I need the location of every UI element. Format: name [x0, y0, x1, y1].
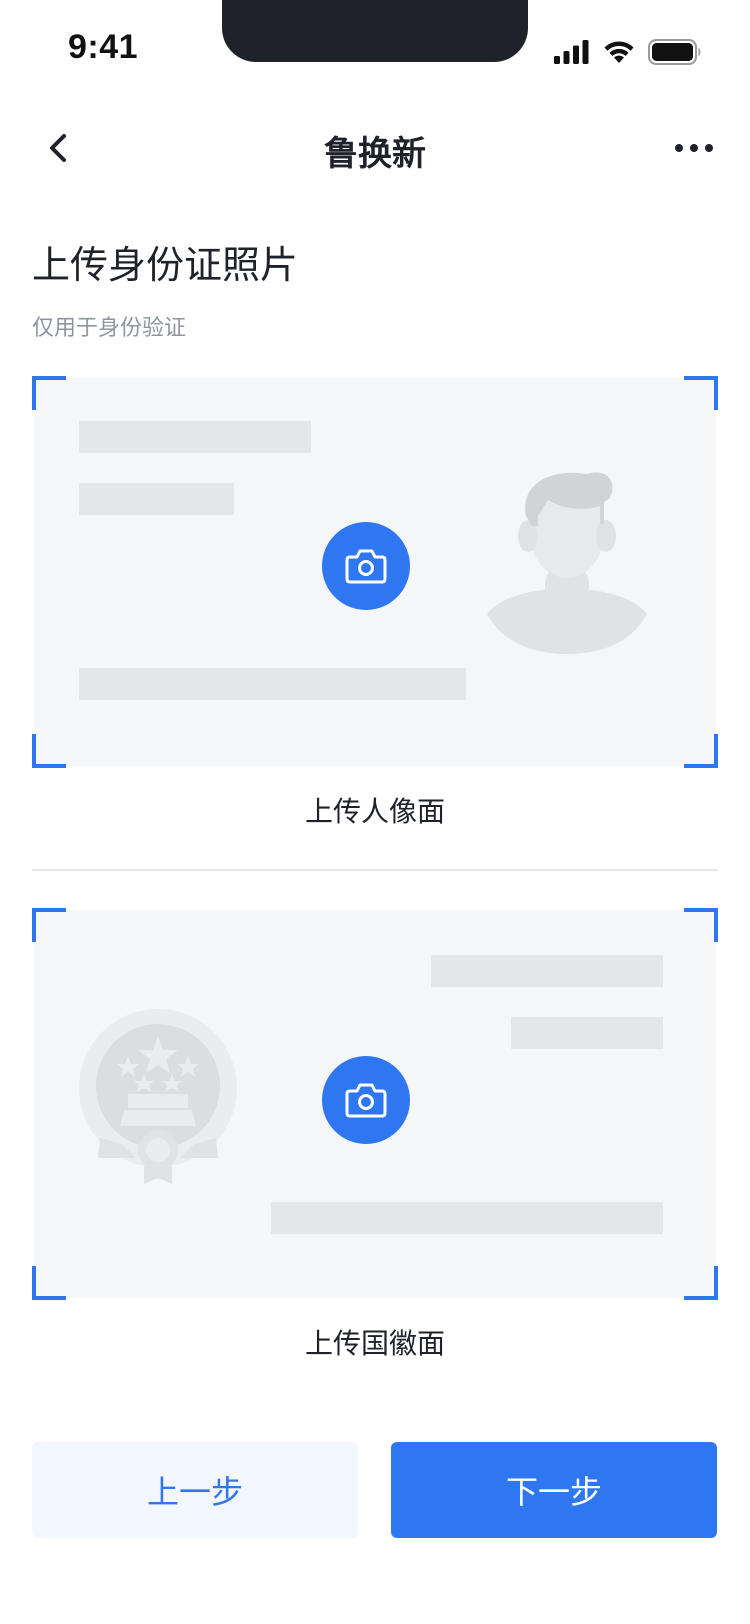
- placeholder-line: [431, 955, 663, 987]
- placeholder-line: [271, 1202, 663, 1234]
- placeholder-line: [79, 421, 311, 453]
- status-time: 9:41: [68, 28, 139, 66]
- scan-frame-corner: [32, 734, 66, 768]
- page-title: 鲁换新: [324, 134, 426, 174]
- section-heading: 上传身份证照片: [32, 243, 299, 287]
- camera-icon: [345, 1083, 387, 1118]
- scan-frame-corner: [684, 1266, 718, 1300]
- next-step-button[interactable]: 下一步: [391, 1442, 717, 1538]
- scan-frame-corner: [684, 376, 718, 410]
- scan-frame-corner: [32, 1266, 66, 1300]
- more-icon: [675, 144, 713, 152]
- portrait-silhouette-icon: [487, 472, 647, 654]
- wifi-icon: [604, 41, 634, 63]
- camera-button[interactable]: [322, 522, 410, 610]
- card-body: [34, 910, 716, 1298]
- scan-frame-corner: [684, 734, 718, 768]
- placeholder-line: [79, 483, 234, 515]
- camera-button[interactable]: [322, 1056, 410, 1144]
- portrait-card-caption: 上传人像面: [304, 795, 445, 828]
- scan-frame-corner: [684, 908, 718, 942]
- divider: [32, 869, 718, 871]
- status-icons: [554, 38, 702, 66]
- card-body: [34, 378, 716, 766]
- camera-icon: [345, 549, 387, 584]
- scan-frame-corner: [32, 376, 66, 410]
- placeholder-line: [79, 668, 466, 700]
- cellular-signal-icon: [554, 40, 589, 64]
- placeholder-line: [511, 1017, 663, 1049]
- national-emblem-icon: [79, 1009, 237, 1184]
- battery-icon: [648, 39, 701, 65]
- status-bar: 9:41: [0, 0, 750, 100]
- previous-step-button[interactable]: 上一步: [32, 1442, 358, 1538]
- scan-frame-corner: [32, 908, 66, 942]
- upload-portrait-card[interactable]: [32, 376, 718, 768]
- upload-emblem-card[interactable]: [32, 908, 718, 1300]
- navigation-bar: 鲁换新: [0, 100, 750, 196]
- section-subheading: 仅用于身份验证: [32, 316, 187, 341]
- emblem-card-caption: 上传国徽面: [304, 1327, 445, 1360]
- device-notch: [222, 0, 528, 62]
- more-options-button[interactable]: [668, 126, 720, 170]
